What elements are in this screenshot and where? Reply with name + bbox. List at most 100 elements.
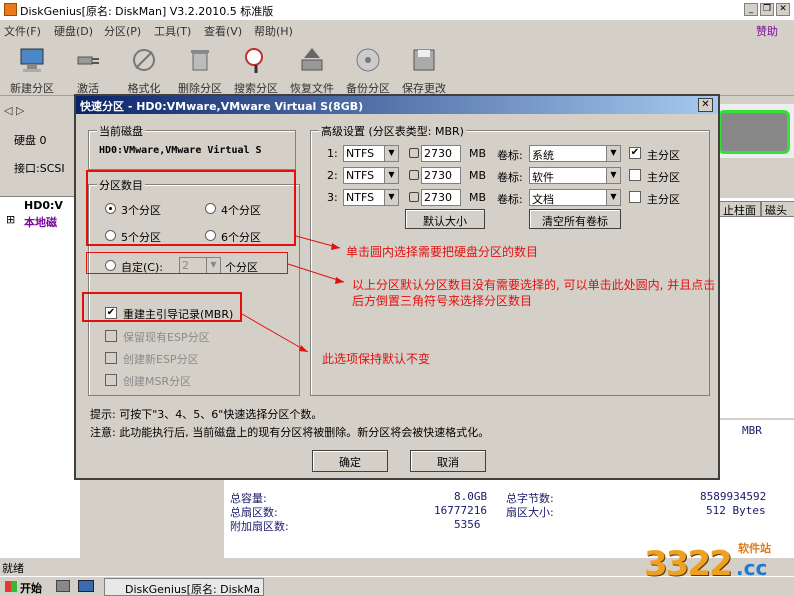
annotation-box-custom [86,252,288,274]
row3-size-input[interactable]: 2730 [421,189,461,206]
chevron-down-icon[interactable]: ▼ [384,146,398,161]
chevron-down-icon[interactable]: ▼ [606,146,620,161]
activate-button[interactable]: 激活 [60,44,116,95]
disk-panel: ◁ ▷ 硬盘 0 接口:SCSI [0,96,80,196]
row3-fs-select[interactable]: NTFS ▼ [343,189,399,206]
recover-files-button[interactable]: 恢复文件 [284,44,340,95]
chevron-down-icon[interactable]: ▼ [606,168,620,183]
chevron-down-icon[interactable]: ▼ [606,190,620,205]
row1-primary-checkbox[interactable]: ✔ [629,147,641,159]
chevron-down-icon[interactable]: ▼ [384,190,398,205]
partition-table-type: MBR [742,424,762,437]
total-capacity: 8.0GB [454,490,488,503]
new-esp-checkbox[interactable] [105,352,117,364]
dialog-close-icon[interactable]: ✕ [698,98,713,112]
annotation-box-count [86,170,296,246]
search-icon [245,48,263,73]
close-icon[interactable]: ✕ [776,3,790,16]
watermark-logo: 3322 .cc 软件站 [644,542,771,584]
default-size-button[interactable]: 默认大小 [405,209,485,229]
cancel-button[interactable]: 取消 [410,450,486,472]
col-end-cylinder[interactable]: 止柱面 [719,201,761,217]
window-titlebar: DiskGenius[原名: DiskMan] V3.2.2010.5 标准版 … [0,0,794,20]
tree-node-disk[interactable]: HD0:V [24,199,63,212]
new-esp-label: 创建新ESP分区 [123,353,199,366]
delete-partition-button[interactable]: 删除分区 [172,44,228,95]
menu-disk[interactable]: 硬盘(D) [54,23,93,39]
current-disk-name: HD0:VMware,VMware Virtual S [99,145,262,156]
desktop-icon[interactable] [78,580,94,592]
extra-sectors: 5356 [454,518,481,531]
row3-primary-checkbox[interactable] [629,191,641,203]
tree-expand-icon[interactable]: ⊞ [6,213,15,226]
total-sectors: 16777216 [434,504,487,517]
menu-view[interactable]: 查看(V) [204,23,242,39]
menu-file[interactable]: 文件(F) [4,23,41,39]
new-msr-label: 创建MSR分区 [123,375,192,388]
partition-table: 止柱面 磁头 [718,198,794,418]
unlock-icon[interactable] [409,170,419,180]
ok-button[interactable]: 确定 [312,450,388,472]
sector-size-label: 扇区大小: [506,506,554,519]
backup-partition-button[interactable]: 备份分区 [340,44,396,95]
annotation-text-3: 此选项保持默认不变 [322,352,431,366]
quicklaunch-icon[interactable] [56,580,70,592]
row2-label-select[interactable]: 软件 ▼ [529,167,621,184]
tree-node-local[interactable]: 本地磁 [24,214,57,230]
chevron-down-icon[interactable]: ▼ [384,168,398,183]
lock-icon[interactable] [409,148,419,158]
menu-help[interactable]: 帮助(H) [254,23,293,39]
plug-icon [77,56,99,65]
row2-size-input[interactable]: 2730 [421,167,461,184]
dialog-title: 快速分区 - HD0:VMware,VMware Virtual S(8GB) [76,96,718,114]
keep-esp-checkbox[interactable] [105,330,117,342]
annotation-text-2a: 以上分区默认分区数目没有需要选择的, 可以单击此处圆内, 并且点击 [352,278,716,292]
tip-text: 提示: 可按下"3、4、5、6"快速选择分区个数。 [90,408,323,421]
search-partition-button[interactable]: 搜索分区 [228,44,284,95]
donate-link[interactable]: 赞助 [756,23,778,39]
note-text: 注意: 此功能执行后, 当前磁盘上的现有分区将被删除。新分区将会被快速格式化。 [90,426,490,439]
row2-fs-select[interactable]: NTFS ▼ [343,167,399,184]
total-bytes: 8589934592 [700,490,767,503]
row1-label-select[interactable]: 系统 ▼ [529,145,621,162]
annotation-text-2b: 后方倒置三角符号来选择分区数目 [352,294,533,308]
menu-partition[interactable]: 分区(P) [104,23,141,39]
menubar: 文件(F) 硬盘(D) 分区(P) 工具(T) 查看(V) 帮助(H) 赞助 [0,20,794,40]
restore-button[interactable]: ❐ [760,3,774,16]
extra-sectors-label: 附加扇区数: [230,520,289,533]
status-text: 就绪 [2,562,24,575]
unlock-icon[interactable] [409,192,419,202]
disk-interface: 接口:SCSI [14,162,65,175]
disk-label: 硬盘 0 [14,134,47,147]
app-icon [4,3,17,16]
col-head[interactable]: 磁头 [761,201,794,217]
save-icon [413,49,435,71]
sector-size: 512 Bytes [706,504,766,517]
new-partition-button[interactable]: 新建分区 [4,44,60,95]
annotation-box-mbr [82,292,242,322]
format-button[interactable]: 格式化 [116,44,172,95]
start-button[interactable]: 开始 [2,578,48,596]
row2-primary-checkbox[interactable] [629,169,641,181]
computer-icon [20,48,44,72]
save-changes-button[interactable]: 保存更改 [396,44,452,95]
nav-arrows-icon[interactable]: ◁ ▷ [4,104,24,117]
row3-label-select[interactable]: 文档 ▼ [529,189,621,206]
taskbar-app-diskgenius[interactable]: DiskGenius[原名: DiskMa [104,578,264,596]
menu-tools[interactable]: 工具(T) [154,23,191,39]
annotation-text-1: 单击圆内选择需要把硬盘分区的数目 [346,245,539,259]
toolbar: 新建分区 激活 格式化 删除分区 搜索分区 恢复文件 备份分区 保存更改 [0,40,794,96]
row1-size-input[interactable]: 2730 [421,145,461,162]
row1-fs-select[interactable]: NTFS ▼ [343,145,399,162]
current-disk-group: 当前磁盘 HD0:VMware,VMware Virtual S [88,123,296,170]
keep-esp-label: 保留现有ESP分区 [123,331,210,344]
trash-icon [191,50,209,71]
recover-icon [301,48,323,71]
new-msr-checkbox[interactable] [105,374,117,386]
format-icon [133,49,155,71]
disk-tree: HD0:V ⊞ 本地磁 [0,196,80,566]
window-title: DiskGenius[原名: DiskMan] V3.2.2010.5 标准版 [20,5,274,18]
clear-labels-button[interactable]: 清空所有卷标 [529,209,621,229]
minimize-button[interactable]: _ [744,3,758,16]
disk-partition-bar[interactable] [718,104,794,158]
